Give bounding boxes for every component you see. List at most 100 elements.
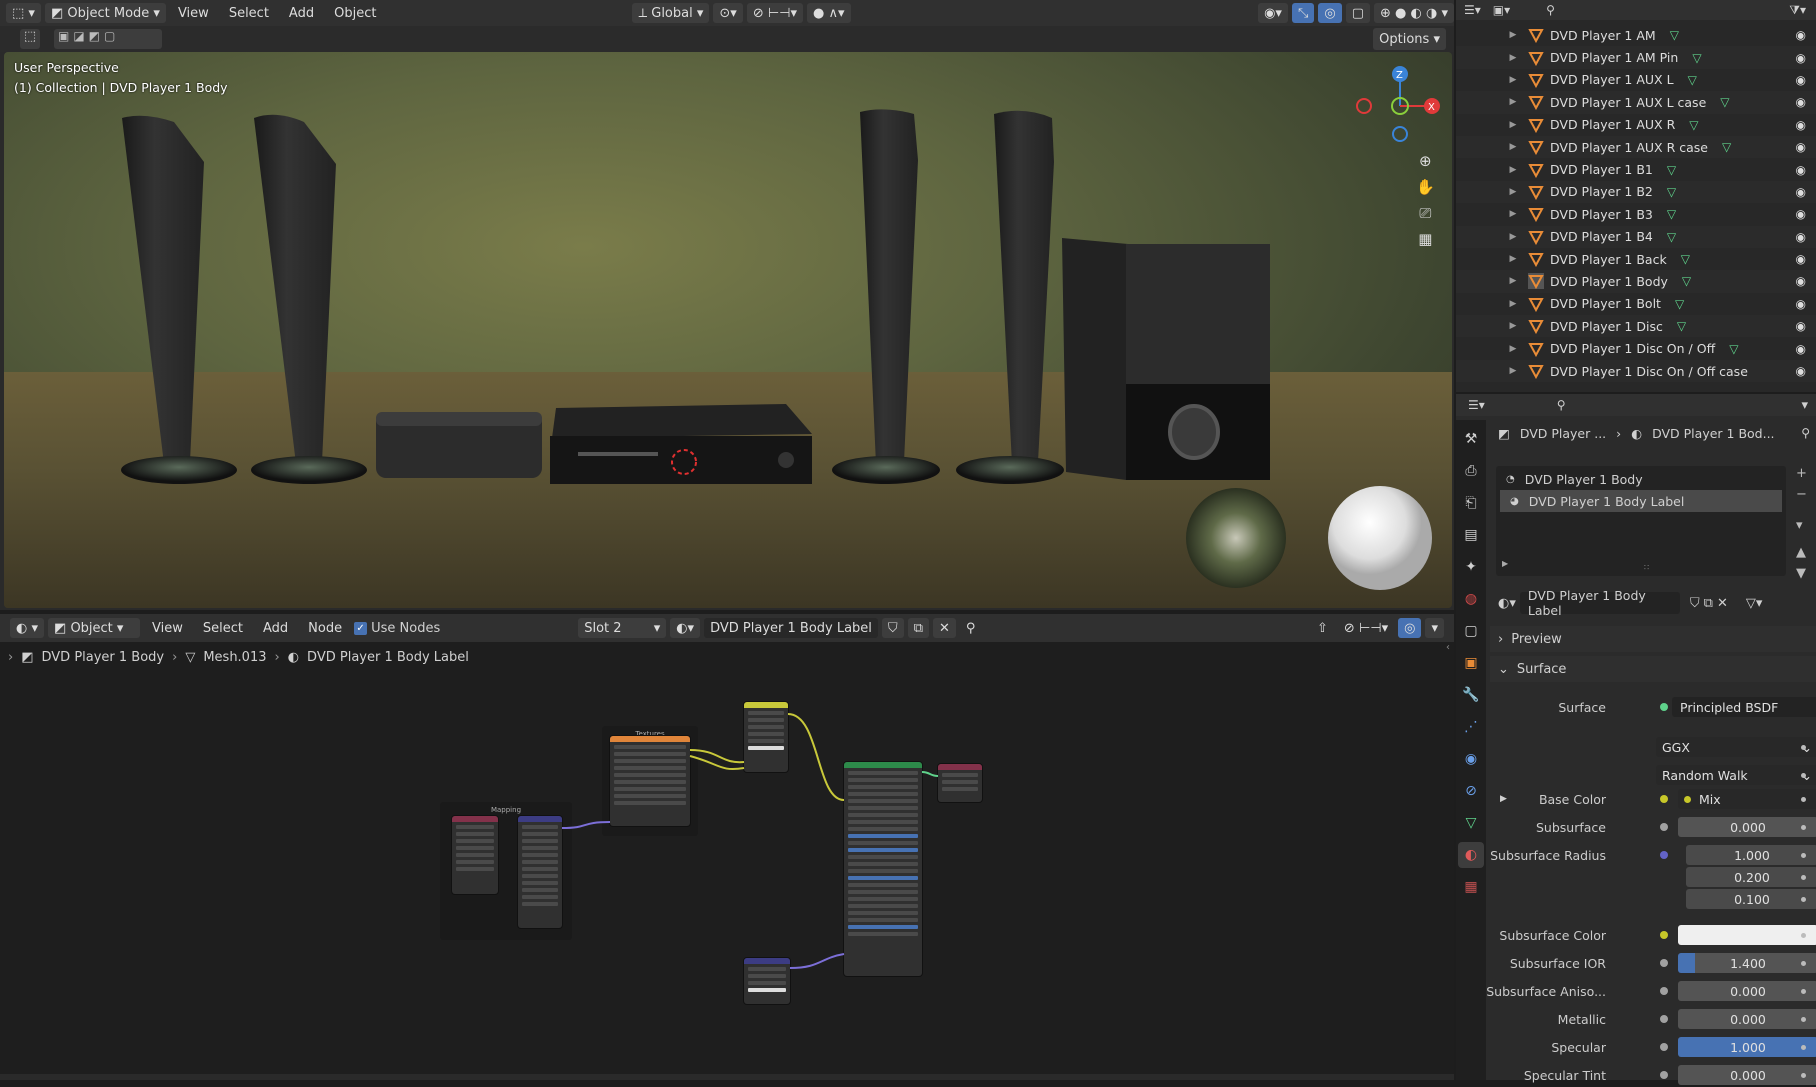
duplicate-icon[interactable]: ⧉ [1704, 596, 1713, 611]
menu-view[interactable]: View [170, 6, 217, 21]
mesh-data-icon[interactable]: ▽ [1675, 297, 1684, 311]
tool-select-icon[interactable]: ⬚ [20, 29, 40, 49]
data-tab-icon[interactable]: ▽ [1458, 810, 1484, 836]
filter-icon[interactable]: ⧩▾ [1789, 3, 1806, 18]
outliner-item[interactable]: ▶ DVD Player 1 Bolt ▽ ◉ [1456, 293, 1816, 315]
visibility-eye-icon[interactable]: ◉ [1796, 51, 1812, 65]
visibility-eye-icon[interactable]: ◉ [1796, 140, 1812, 154]
material-tab-icon[interactable]: ◐ [1458, 842, 1484, 868]
tool-tab-icon[interactable]: ⚒ [1458, 426, 1484, 452]
subsurface-method-select[interactable]: Random Walk ⌄ [1656, 765, 1816, 785]
outliner-item[interactable]: ▶ DVD Player 1 AM Pin ▽ ◉ [1456, 46, 1816, 69]
surface-shader-field[interactable]: Principled BSDF [1672, 697, 1816, 717]
mode-select[interactable]: ◩ Object Mode ▾ [44, 3, 166, 23]
modifier-tab-icon[interactable]: 🔧 [1458, 682, 1484, 708]
shading-buttons[interactable]: ⊕ ● ◐ ◑ ▾ [1374, 3, 1454, 23]
expand-triangle-icon[interactable]: ▶ [1504, 53, 1522, 63]
expand-triangle-icon[interactable]: ▶ [1504, 142, 1522, 152]
visibility-eye-icon[interactable]: ◉ [1796, 185, 1812, 199]
move-down-icon[interactable]: ▼ [1796, 566, 1807, 581]
visibility-eye-icon[interactable]: ◉ [1796, 319, 1812, 333]
outliner-item[interactable]: ▶ DVD Player 1 AUX L ▽ ◉ [1456, 69, 1816, 91]
expand-triangle-icon[interactable]: ▶ [1504, 209, 1522, 219]
3d-viewport[interactable]: ⬚ ▾ ◩ Object Mode ▾ View Select Add Obje… [0, 0, 1454, 610]
outliner-item[interactable]: ▶ DVD Player 1 B4 ▽ ◉ [1456, 225, 1816, 248]
outliner-item[interactable]: ▶ DVD Player 1 B1 ▽ ◉ [1456, 158, 1816, 180]
options-button[interactable]: Options ▾ [1373, 28, 1446, 50]
speaker-left-2[interactable] [251, 114, 367, 484]
outliner-item[interactable]: ▶ DVD Player 1 B3 ▽ ◉ [1456, 203, 1816, 225]
expand-triangle-icon[interactable]: ▶ [1504, 276, 1522, 286]
move-up-icon[interactable]: ▲ [1796, 545, 1807, 560]
expand-triangle-icon[interactable]: ▶ [1504, 75, 1522, 85]
visibility-eye-icon[interactable]: ◉ [1796, 252, 1812, 266]
world-tab-icon[interactable]: ◍ [1458, 586, 1484, 612]
editor-type-button[interactable]: ☰▾ [1468, 398, 1485, 412]
material-name-field[interactable]: DVD Player 1 Body Label [1519, 588, 1680, 618]
dvd-player-body[interactable] [550, 404, 812, 484]
mesh-data-icon[interactable]: ▽ [1681, 252, 1690, 266]
remove-slot-icon[interactable]: − [1796, 487, 1807, 502]
visibility-eye-icon[interactable]: ◉ [1796, 163, 1812, 177]
fake-user-icon[interactable]: ⛉ [1690, 596, 1700, 611]
slot-specials-icon[interactable]: ▾ [1796, 518, 1807, 533]
property-value-field[interactable]: 0.000 [1678, 817, 1816, 837]
menu-add[interactable]: Add [281, 6, 322, 21]
viewport-scene[interactable]: User Perspective (1) Collection | DVD Pl… [4, 52, 1452, 608]
physics-tab-icon[interactable]: ◉ [1458, 746, 1484, 772]
object-tab-icon[interactable]: ▣ [1458, 650, 1484, 676]
distribution-select[interactable]: GGX ⌄ [1656, 737, 1816, 757]
pan-hand-icon[interactable]: ✋ [1416, 178, 1435, 196]
mesh-data-icon[interactable]: ▽ [1729, 342, 1738, 356]
outliner-item[interactable]: ▶ DVD Player 1 Back ▽ ◉ [1456, 248, 1816, 270]
add-slot-icon[interactable]: + [1796, 466, 1807, 481]
visibility-eye-icon[interactable]: ◉ [1796, 297, 1812, 311]
axis-neg-z-icon[interactable] [1392, 126, 1408, 142]
pin-icon[interactable]: ⚲ [1801, 426, 1810, 440]
constraints-tab-icon[interactable]: ⊘ [1458, 778, 1484, 804]
particles-tab-icon[interactable]: ⋰ [1458, 714, 1484, 740]
visibility-eye-icon[interactable]: ◉ [1796, 342, 1812, 356]
expand-triangle-icon[interactable]: ▶ [1504, 30, 1522, 40]
property-value-field[interactable]: 1.000 [1686, 845, 1816, 865]
menu-object[interactable]: Object [326, 6, 384, 21]
property-value-field[interactable]: 1.000 [1678, 1037, 1816, 1057]
property-value-field[interactable]: 1.400 [1678, 953, 1816, 973]
search-icon[interactable]: ⚲ [1557, 398, 1566, 412]
expand-triangle-icon[interactable]: ▶ [1502, 559, 1508, 568]
visibility-eye-icon[interactable]: ◉ [1796, 28, 1812, 42]
properties-editor[interactable]: ☰▾ ⚲ ▾ ⚒ ⎙ ⎗ ▤ ✦ ◍ ▢ ▣ 🔧 ⋰ ◉ ⊘ ▽ ◐ ▦ ◩ D… [1456, 394, 1816, 1085]
outliner-item[interactable]: ▶ DVD Player 1 Disc ▽ ◉ [1456, 315, 1816, 338]
mesh-data-icon[interactable]: ▽ [1667, 163, 1676, 177]
resize-grip-icon[interactable]: ∷ [1644, 563, 1649, 572]
proportional-edit-button[interactable]: ● ∧▾ [807, 3, 851, 23]
outliner-item[interactable]: ▶ DVD Player 1 Disc On / Off case ◉ [1456, 359, 1816, 383]
link-to-data-icon[interactable]: ▽▾ [1746, 596, 1763, 611]
center-speaker[interactable] [376, 412, 542, 478]
display-mode-icon[interactable]: ☰▾ [1464, 3, 1481, 17]
unlink-icon[interactable]: ✕ [1717, 596, 1728, 611]
mesh-data-icon[interactable]: ▽ [1667, 207, 1676, 221]
overlays-button[interactable]: ◎ [1318, 3, 1342, 23]
gizmo-button[interactable]: ⤡ [1291, 3, 1315, 23]
navigation-gizmo[interactable]: Z X [1344, 60, 1444, 150]
mesh-data-icon[interactable]: ▽ [1667, 185, 1676, 199]
outliner-item[interactable]: ▶ DVD Player 1 AUX R ▽ ◉ [1456, 114, 1816, 136]
material-slot-item[interactable]: ◔ DVD Player 1 Body [1496, 468, 1786, 490]
subwoofer[interactable] [1062, 238, 1270, 480]
visibility-eye-icon[interactable]: ◉ [1796, 207, 1812, 221]
mesh-data-icon[interactable]: ▽ [1677, 319, 1686, 333]
mesh-data-icon[interactable]: ▽ [1722, 140, 1731, 154]
expand-triangle-icon[interactable]: ▶ [1504, 165, 1522, 175]
expand-triangle-icon[interactable]: ▶ [1504, 254, 1522, 264]
preview-panel-header[interactable]: › Preview [1490, 626, 1816, 652]
outliner-item[interactable]: ▶ DVD Player 1 AM ▽ ◉ [1456, 24, 1816, 46]
mesh-data-icon[interactable]: ▽ [1688, 73, 1697, 87]
surface-panel-header[interactable]: ⌄ Surface [1490, 656, 1816, 682]
material-slot-list[interactable]: ◔ DVD Player 1 Body ◕ DVD Player 1 Body … [1496, 466, 1786, 576]
search-icon[interactable]: ⚲ [1546, 3, 1555, 17]
property-value-field[interactable]: 0.200 [1686, 867, 1816, 887]
view-layer-tab-icon[interactable]: ▤ [1458, 522, 1484, 548]
texture-tab-icon[interactable]: ▦ [1458, 874, 1484, 900]
scene-tab-icon[interactable]: ✦ [1458, 554, 1484, 580]
